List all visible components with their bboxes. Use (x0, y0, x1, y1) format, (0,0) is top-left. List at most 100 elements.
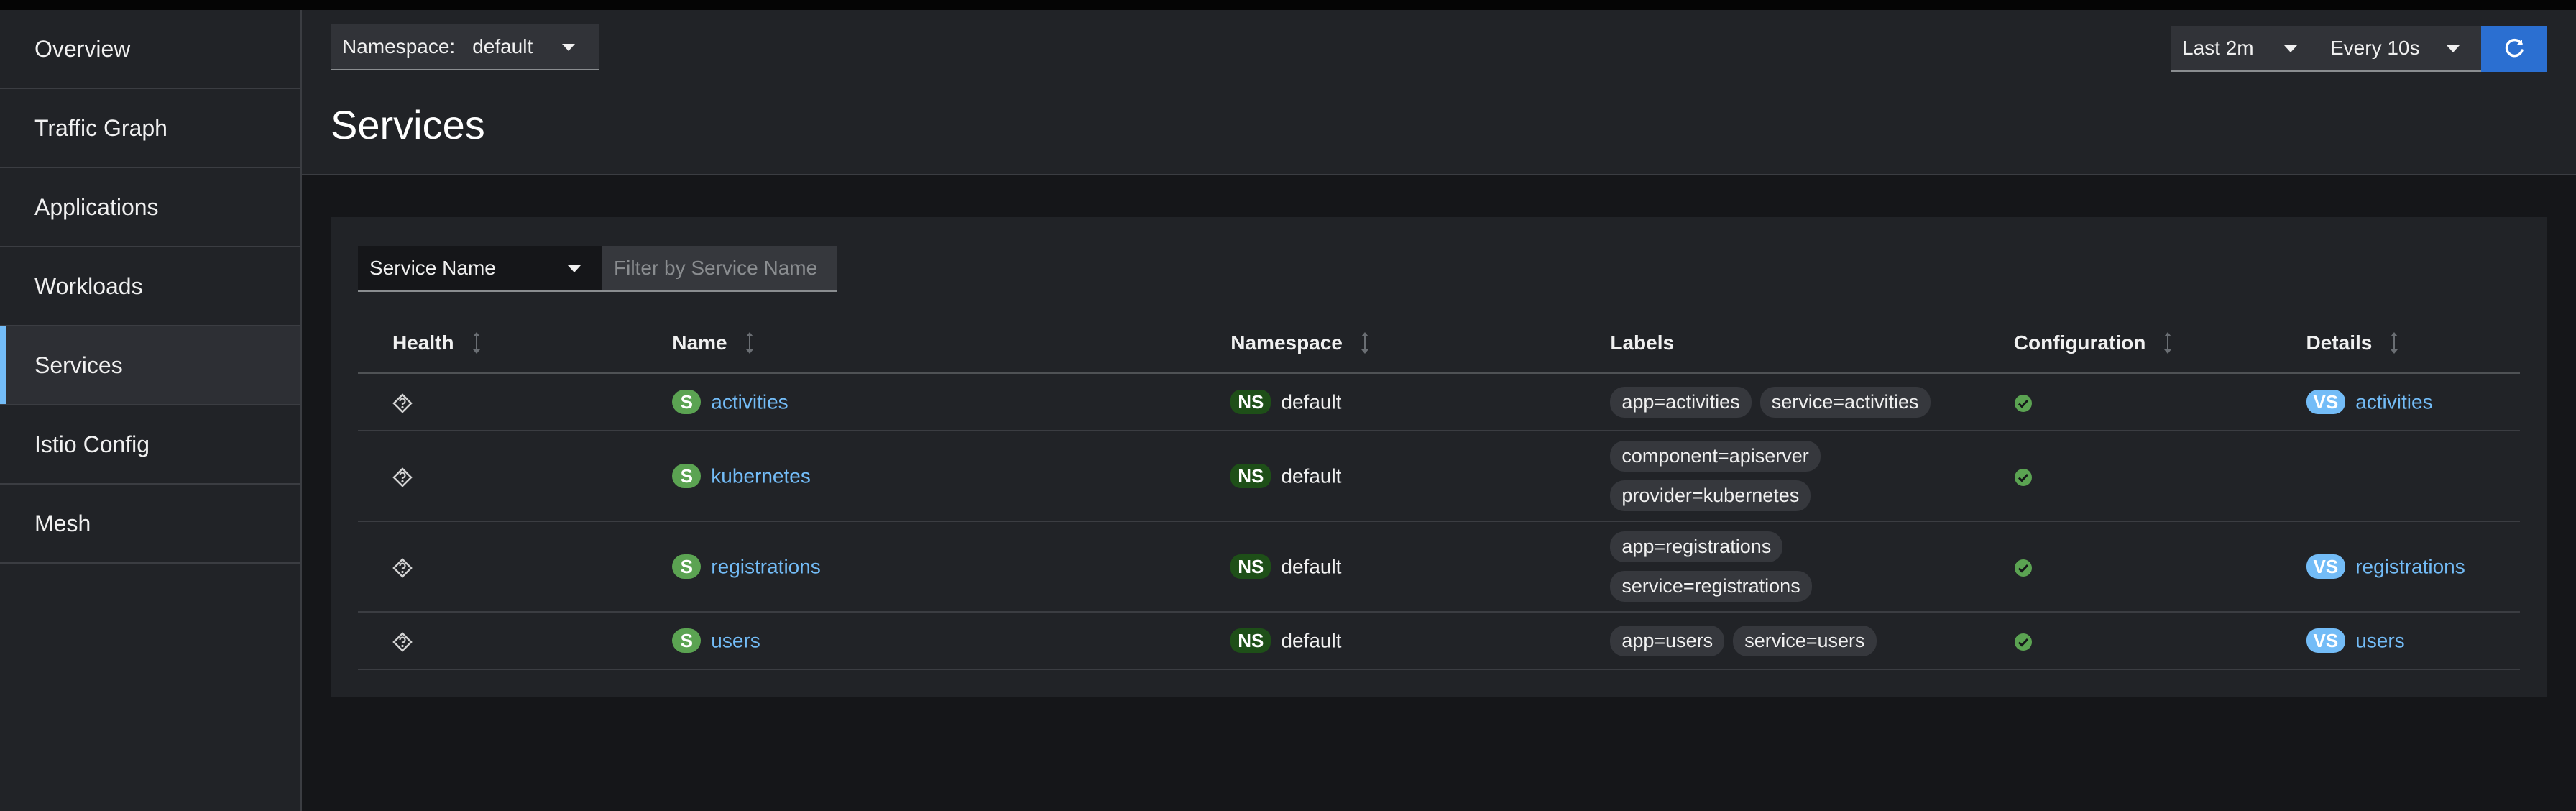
unknown-health-icon[interactable] (392, 557, 413, 578)
caret-down-icon (568, 265, 581, 272)
label-chip: service=activities (1760, 386, 1931, 418)
services-card: Service Name Health Name Namespace Label… (331, 217, 2547, 697)
time-controls: Last 2m Every 10s (2171, 26, 2547, 72)
virtual-service-link[interactable]: activities (2355, 390, 2432, 413)
column-header-label: Labels (1610, 331, 1675, 354)
namespace-select-value: default (472, 35, 533, 58)
sidebar-item-label: Services (34, 352, 123, 378)
configuration-cell (2013, 373, 2306, 431)
service-badge: S (672, 390, 702, 415)
label-chip: service=users (1733, 625, 1877, 656)
refresh-icon (2505, 38, 2524, 58)
virtual-service-link[interactable]: registrations (2355, 555, 2465, 577)
filter-input[interactable] (602, 246, 837, 292)
service-link[interactable]: kubernetes (711, 464, 811, 487)
namespace-cell: NS default (1230, 612, 1611, 670)
namespace-cell: NS default (1230, 521, 1611, 613)
virtual-service-badge: VS (2306, 390, 2346, 415)
service-link[interactable]: activities (711, 390, 788, 413)
filter-type-dropdown[interactable]: Service Name (358, 246, 602, 292)
column-header-health[interactable]: Health (358, 313, 673, 374)
refresh-interval-dropdown[interactable]: Every 10s (2319, 26, 2481, 72)
sidebar-item-label: Istio Config (34, 431, 150, 457)
sidebar: Overview Traffic Graph Applications Work… (0, 10, 302, 811)
health-cell (358, 431, 673, 522)
unknown-health-icon[interactable] (392, 467, 413, 487)
column-header-label: Name (672, 331, 727, 354)
sidebar-nav: Overview Traffic Graph Applications Work… (0, 10, 300, 564)
column-header-label: Details (2306, 331, 2373, 354)
table-row: Susers NS default app=users service=users (358, 612, 2520, 670)
column-header-configuration[interactable]: Configuration (2013, 313, 2306, 374)
unknown-health-icon[interactable] (392, 393, 413, 413)
label-chip: service=registrations (1610, 571, 1812, 602)
virtual-service-link[interactable]: users (2355, 629, 2404, 651)
time-range-dropdown[interactable]: Last 2m (2171, 26, 2319, 72)
sort-icon (2164, 332, 2172, 354)
sidebar-item-traffic-graph[interactable]: Traffic Graph (0, 89, 300, 168)
table-header-row: Health Name Namespace Labels Configurati… (358, 313, 2520, 374)
sidebar-item-label: Applications (34, 193, 159, 220)
sidebar-item-overview[interactable]: Overview (0, 10, 300, 89)
details-cell (2306, 431, 2520, 522)
namespace-badge: NS (1230, 390, 1271, 415)
name-cell: Sregistrations (672, 521, 1231, 613)
column-header-name[interactable]: Name (672, 313, 1231, 374)
app-root: Overview Traffic Graph Applications Work… (0, 0, 2576, 811)
check-circle-icon (2014, 394, 2032, 412)
virtual-service-badge: VS (2306, 628, 2346, 654)
service-badge: S (672, 464, 702, 489)
sidebar-item-workloads[interactable]: Workloads (0, 247, 300, 326)
column-header-label: Configuration (2013, 331, 2146, 354)
column-header-label: Health (392, 331, 454, 354)
check-circle-icon (2014, 633, 2032, 651)
column-header-labels: Labels (1610, 313, 2014, 374)
label-chip: app=users (1610, 625, 1725, 656)
caret-down-icon (562, 44, 575, 51)
label-chip: component=apiserver (1610, 441, 1821, 472)
namespace-badge: NS (1230, 464, 1271, 489)
page-header: Namespace: default Services Last 2m Ever… (302, 10, 2576, 175)
service-link[interactable]: users (711, 629, 760, 651)
service-link[interactable]: registrations (711, 555, 821, 577)
namespace-select[interactable]: Namespace: default (331, 24, 599, 70)
health-cell (358, 521, 673, 613)
configuration-cell (2013, 521, 2306, 613)
configuration-cell (2013, 612, 2306, 670)
details-cell: VS users (2306, 612, 2520, 670)
main-content: Namespace: default Services Last 2m Ever… (302, 10, 2576, 811)
filter-bar: Service Name (358, 246, 837, 292)
table-row: Sactivities NS default app=activities serv… (358, 373, 2520, 431)
sidebar-item-applications[interactable]: Applications (0, 168, 300, 247)
labels-cell: app=users service=users (1610, 612, 2014, 670)
name-cell: Sactivities (672, 373, 1231, 431)
time-range-value: Last 2m (2182, 37, 2254, 59)
name-cell: Susers (672, 612, 1231, 670)
sidebar-item-label: Overview (34, 35, 131, 62)
labels-cell: component=apiserver provider=kubernetes (1610, 431, 2014, 522)
page-title: Services (331, 102, 485, 147)
refresh-interval-value: Every 10s (2330, 37, 2420, 59)
labels-cell: app=registrations service=registrations (1610, 521, 2014, 613)
sidebar-item-label: Workloads (34, 272, 143, 299)
labels-cell: app=activities service=activities (1610, 373, 2014, 431)
namespace-badge: NS (1230, 554, 1271, 579)
namespace-select-label: Namespace: (342, 35, 456, 58)
sort-icon (2391, 332, 2398, 354)
column-header-details[interactable]: Details (2306, 313, 2520, 374)
services-table: Health Name Namespace Labels Configurati… (358, 313, 2520, 670)
sidebar-item-services[interactable]: Services (0, 326, 300, 406)
details-cell: VS activities (2306, 373, 2520, 431)
health-cell (358, 373, 673, 431)
health-cell (358, 612, 673, 670)
refresh-button[interactable] (2481, 26, 2547, 72)
namespace-value: default (1281, 464, 1342, 487)
unknown-health-icon[interactable] (392, 631, 413, 652)
sidebar-item-mesh[interactable]: Mesh (0, 485, 300, 564)
namespace-value: default (1281, 629, 1342, 652)
sidebar-item-istio-config[interactable]: Istio Config (0, 406, 300, 485)
configuration-cell (2013, 431, 2306, 522)
label-chip: provider=kubernetes (1610, 480, 1811, 511)
sort-icon (472, 332, 480, 354)
column-header-namespace[interactable]: Namespace (1230, 313, 1611, 374)
